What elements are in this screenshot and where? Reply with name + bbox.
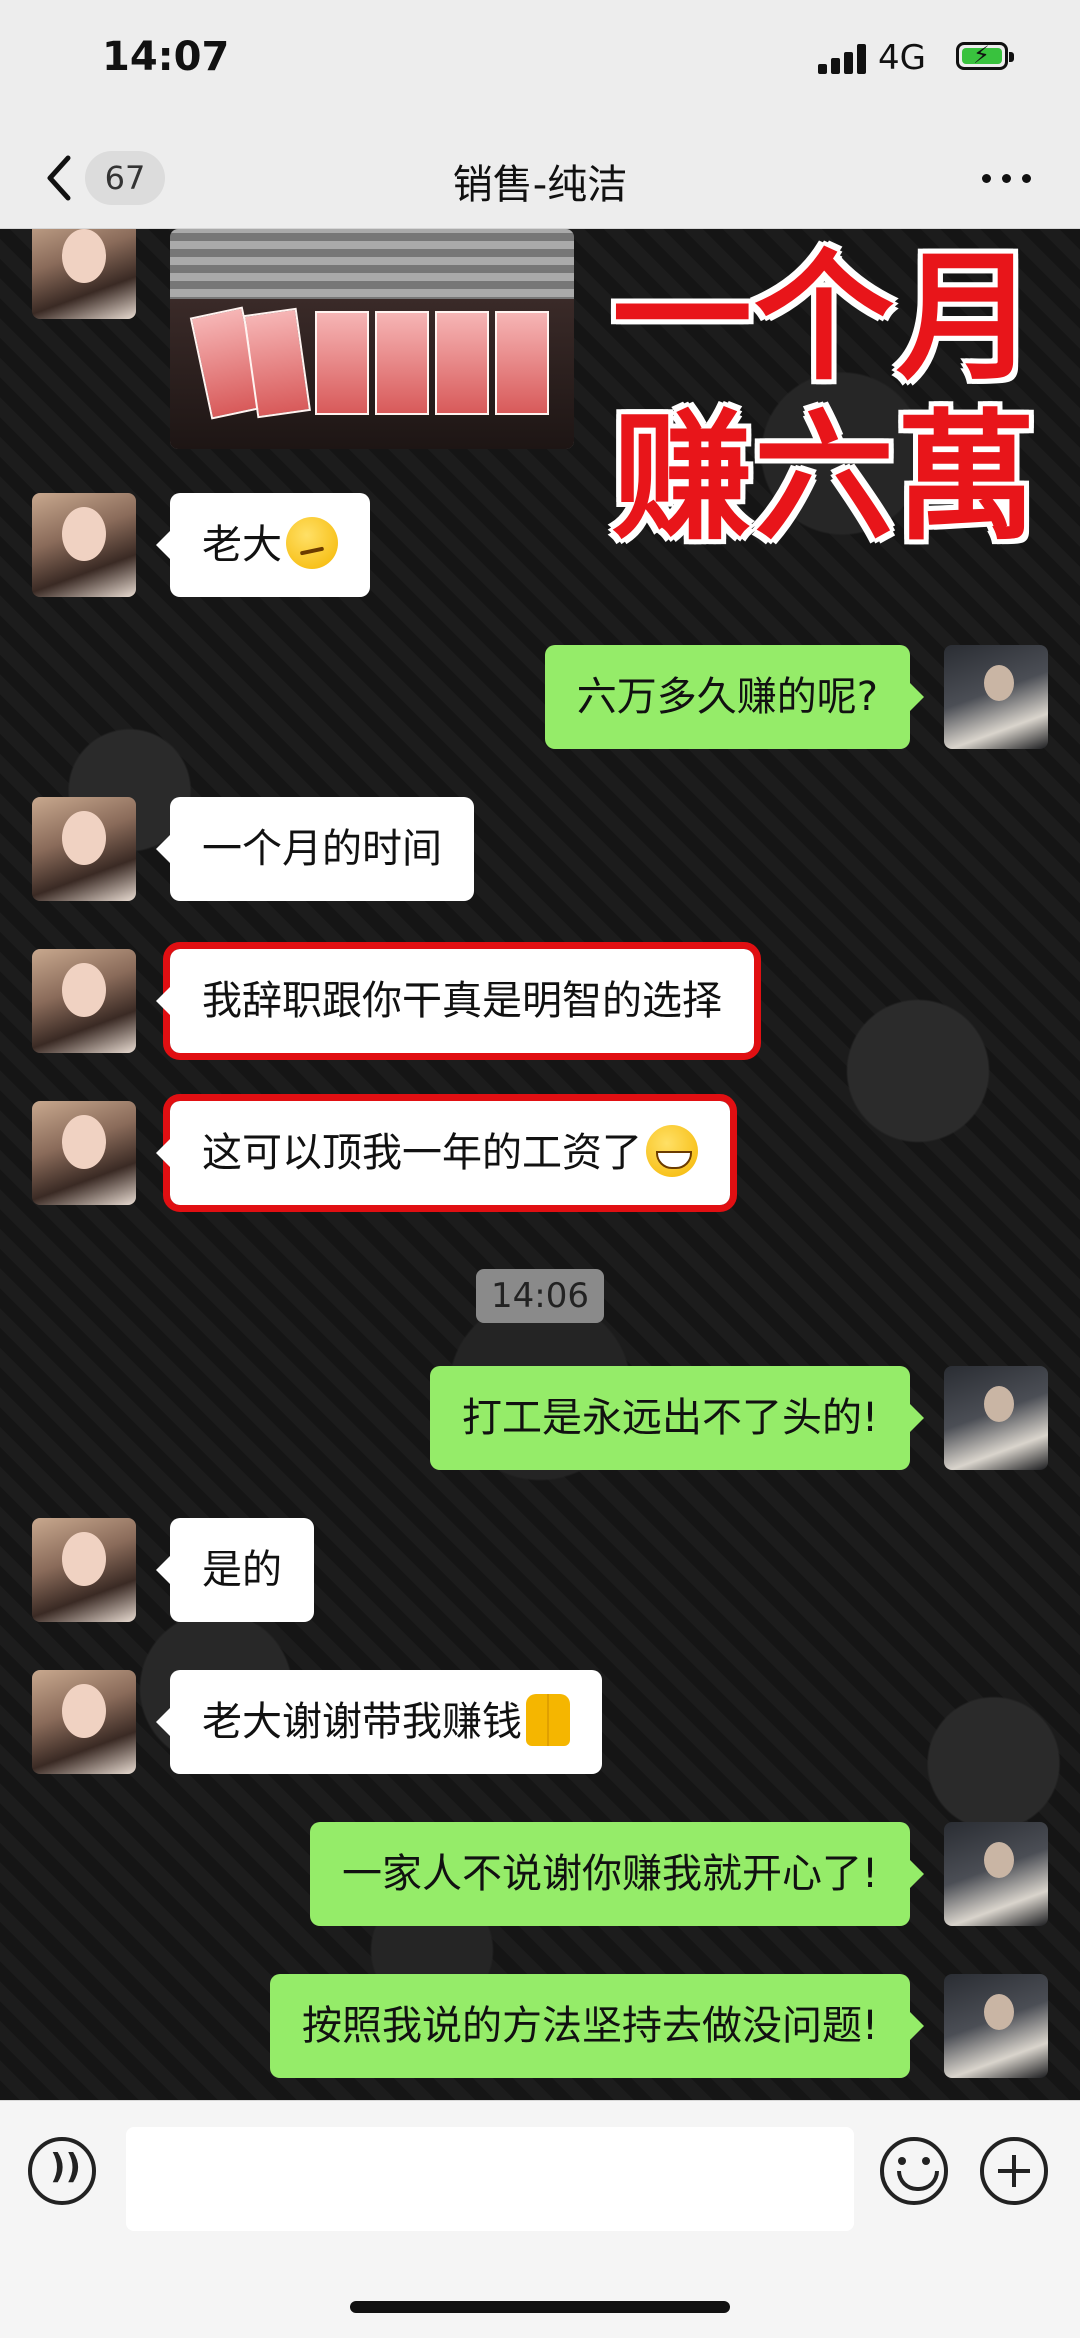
message-text: 一个月的时间 <box>202 826 442 872</box>
message-bubble[interactable]: 打工是永远出不了头的! <box>429 1366 925 1470</box>
voice-icon[interactable] <box>28 2137 96 2205</box>
avatar[interactable] <box>32 1518 136 1622</box>
message-text: 一家人不说谢你赚我就开心了! <box>341 1851 878 1897</box>
message-text: 老大谢谢带我赚钱 <box>202 1699 522 1745</box>
message-text: 老大 <box>202 522 282 568</box>
avatar[interactable] <box>32 1101 136 1205</box>
message-text: 是的 <box>202 1547 282 1593</box>
avatar[interactable] <box>32 797 136 901</box>
network-type: 4G <box>878 38 926 78</box>
input-bar <box>0 2100 1080 2338</box>
more-dots-icon[interactable] <box>978 170 1038 186</box>
avatar[interactable] <box>32 1670 136 1774</box>
message-text: 按照我说的方法坚持去做没问题! <box>301 2003 878 2049</box>
emoji-icon[interactable] <box>880 2137 948 2205</box>
message-bubble[interactable]: 六万多久赚的呢? <box>544 645 925 749</box>
message-text: 我辞职跟你干真是明智的选择 <box>202 978 722 1024</box>
message-bubble-highlighted[interactable]: 我辞职跟你干真是明智的选择 <box>156 942 761 1060</box>
timestamp-chip: 14:06 <box>476 1269 604 1323</box>
plus-icon[interactable] <box>980 2137 1048 2205</box>
message-bubble[interactable]: 一家人不说谢你赚我就开心了! <box>309 1822 925 1926</box>
message-text: 打工是永远出不了头的! <box>461 1395 878 1441</box>
overlay-line-1: 一个月 <box>612 237 1039 400</box>
message-text: 六万多久赚的呢? <box>576 674 878 720</box>
avatar[interactable] <box>32 493 136 597</box>
avatar[interactable] <box>944 645 1048 749</box>
chat-area[interactable]: 一个月 赚六萬 老大 六万多久赚的呢? 一个月的时间 我辞职跟你干真是明智的选择… <box>0 229 1080 2100</box>
message-bubble[interactable]: 老大谢谢带我赚钱 <box>156 1670 602 1774</box>
message-bubble-highlighted[interactable]: 这可以顶我一年的工资了 <box>156 1094 737 1212</box>
message-bubble[interactable]: 是的 <box>156 1518 314 1622</box>
message-input[interactable] <box>126 2127 854 2231</box>
smirk-emoji-icon <box>286 517 338 569</box>
message-text: 这可以顶我一年的工资了 <box>202 1130 642 1176</box>
message-bubble[interactable]: 按照我说的方法坚持去做没问题! <box>269 1974 925 2078</box>
grin-emoji-icon <box>646 1125 698 1177</box>
signal-icon <box>818 44 868 74</box>
avatar[interactable] <box>32 229 136 319</box>
home-indicator[interactable] <box>350 2301 730 2313</box>
message-bubble[interactable]: 老大 <box>156 493 370 597</box>
avatar[interactable] <box>32 949 136 1053</box>
battery-icon: ⚡ <box>956 41 1014 70</box>
avatar[interactable] <box>944 1822 1048 1926</box>
status-bar: 14:07 4G ⚡ <box>0 0 1080 130</box>
overlay-caption: 一个月 赚六萬 <box>612 239 1038 559</box>
overlay-line-2: 赚六萬 <box>612 397 1039 560</box>
pray-emoji-icon <box>526 1694 570 1746</box>
status-time: 14:07 <box>102 34 230 80</box>
chat-header: 67 销售-纯洁 <box>0 130 1080 229</box>
money-photo-message[interactable] <box>170 229 574 449</box>
message-bubble[interactable]: 一个月的时间 <box>156 797 474 901</box>
avatar[interactable] <box>944 1366 1048 1470</box>
avatar[interactable] <box>944 1974 1048 2078</box>
chat-title: 销售-纯洁 <box>452 162 628 208</box>
